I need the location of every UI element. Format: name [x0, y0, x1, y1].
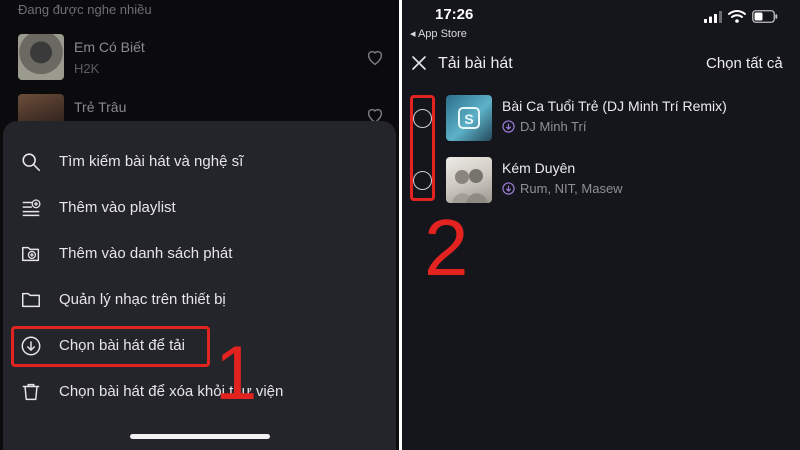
right-screen: 17:26 ◂ App Store Tải bài hát Chọn tất c…: [402, 0, 800, 450]
highlight-box: [410, 95, 435, 201]
add-to-playlist-icon: [22, 199, 41, 217]
download-status-icon: [502, 120, 515, 133]
menu-item-label: Thêm vào danh sách phát: [59, 245, 233, 262]
page-title: Tải bài hát: [438, 55, 513, 72]
heart-icon[interactable]: [364, 46, 386, 68]
song-title: Em Có Biết: [74, 39, 145, 55]
download-status-icon: [502, 182, 515, 195]
list-item[interactable]: S Bài Ca Tuổi Trẻ (DJ Minh Trí Remix) DJ…: [402, 94, 800, 144]
song-title: Kém Duyên: [502, 160, 576, 176]
folder-icon: [22, 292, 40, 308]
song-artist: H2K: [74, 61, 100, 76]
svg-text:S: S: [464, 111, 473, 127]
song-row-bg[interactable]: Em Có Biết H2K: [18, 34, 390, 80]
status-time: 17:26: [435, 6, 474, 23]
wifi-icon: [728, 10, 746, 23]
add-to-queue-icon: [22, 246, 40, 262]
song-artist: Rum, NIT, Masew: [520, 181, 623, 196]
action-sheet: Tìm kiếm bài hát và nghệ sĩ Thêm vào pla…: [3, 121, 396, 450]
song-title: Trẻ Trâu: [74, 99, 127, 115]
left-screen: Đang được nghe nhiều Em Có Biết H2K Trẻ …: [0, 0, 399, 450]
step-number: 1: [215, 331, 258, 416]
list-item[interactable]: Kém Duyên Rum, NIT, Masew: [402, 156, 800, 206]
home-indicator: [130, 434, 270, 439]
search-icon: [22, 153, 41, 172]
menu-item-add-playlist[interactable]: Thêm vào playlist: [3, 188, 396, 228]
song-artist: DJ Minh Trí: [520, 119, 587, 134]
menu-item-label: Tìm kiếm bài hát và nghệ sĩ: [59, 153, 244, 170]
menu-item-label: Thêm vào playlist: [59, 199, 176, 216]
back-to-app-store[interactable]: ◂ App Store: [410, 27, 467, 40]
close-icon[interactable]: [410, 54, 428, 72]
menu-item-add-queue[interactable]: Thêm vào danh sách phát: [3, 234, 396, 274]
menu-item-label: Quản lý nhạc trên thiết bị: [59, 291, 226, 308]
battery-icon: [752, 10, 778, 23]
step-number: 2: [424, 203, 469, 292]
trash-icon: [22, 383, 40, 401]
select-all-button[interactable]: Chọn tất cả: [706, 55, 783, 72]
menu-item-delete[interactable]: Chọn bài hát để xóa khỏi thư viện: [3, 372, 396, 412]
signal-icon: [704, 11, 722, 23]
menu-item-search[interactable]: Tìm kiếm bài hát và nghệ sĩ: [3, 142, 396, 182]
highlight-box: [11, 326, 210, 367]
song-title: Bài Ca Tuổi Trẻ (DJ Minh Trí Remix): [502, 98, 727, 114]
menu-item-manage-device[interactable]: Quản lý nhạc trên thiết bị: [3, 280, 396, 320]
album-cover: S: [446, 95, 492, 141]
album-cover: [446, 157, 492, 203]
song-thumbnail: [18, 34, 64, 80]
section-label: Đang được nghe nhiều: [18, 2, 152, 17]
